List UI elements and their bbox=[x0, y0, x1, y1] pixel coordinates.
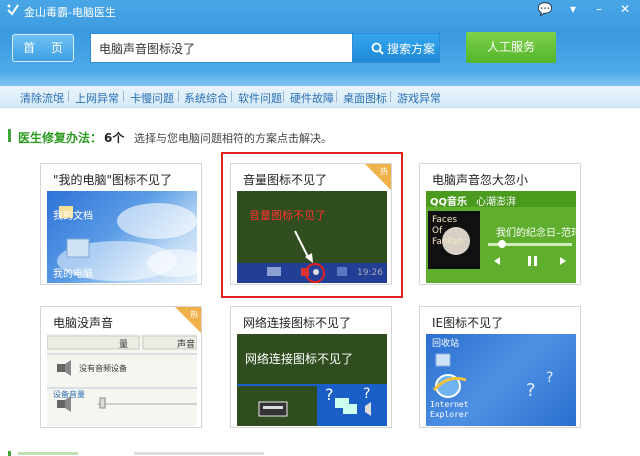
selection-highlight bbox=[221, 152, 403, 298]
nav-item-slow[interactable]: 卡慢问题 bbox=[130, 90, 174, 106]
card-thumbnail: 量 声音 没有音频设备 设备音量 bbox=[47, 334, 197, 426]
my-computer-label: 我的电脑 bbox=[53, 269, 93, 280]
card-title: 网络连接图标不见了 bbox=[243, 316, 352, 330]
solution-card-no-sound[interactable]: 电脑没声音 热 量 声音 没有音频设备 设备音量 bbox=[40, 306, 202, 428]
title-bar: 金山毒霸-电脑医生 💬 ▾ – ✕ bbox=[0, 0, 640, 22]
nav-item-hardware[interactable]: 硬件故障 bbox=[290, 90, 334, 106]
recycle-bin-label: 回收站 bbox=[432, 339, 460, 349]
solution-card-volume-fluctuation[interactable]: 电脑声音忽大忽小 QQ音乐 心潮澎湃 我们的纪念日–范玮 Faces Of Fa… bbox=[419, 163, 581, 285]
search-icon bbox=[371, 42, 384, 55]
music-app-label: QQ音乐 bbox=[430, 197, 468, 208]
card-title: "我的电脑"图标不见了 bbox=[53, 173, 173, 187]
solution-card-network-icon[interactable]: 网络连接图标不见了 ? ? 网络连接图标不见了 bbox=[230, 306, 392, 428]
menu-dropdown-icon[interactable]: ▾ bbox=[562, 0, 584, 18]
nav-item-internet[interactable]: 上网异常 bbox=[75, 90, 119, 106]
app-title: 金山毒霸-电脑医生 bbox=[24, 6, 116, 19]
hot-badge-label: 热 bbox=[190, 310, 198, 319]
song-title: 我们的纪念日–范玮 bbox=[496, 228, 576, 239]
svg-text:?: ? bbox=[526, 380, 536, 401]
nav-divider bbox=[178, 91, 179, 102]
solutions-label: 医生修复办法： bbox=[18, 131, 103, 145]
no-audio-device-label: 没有音频设备 bbox=[79, 364, 127, 373]
solutions-count: 6个 bbox=[104, 131, 125, 145]
tab-column-2: 声音 bbox=[177, 340, 196, 350]
next-section-hint bbox=[0, 449, 640, 456]
card-thumbnail: 我的文档 我的电脑 bbox=[47, 191, 197, 283]
ie-label-line1: Internet bbox=[430, 400, 469, 409]
section-marker bbox=[8, 129, 11, 142]
my-documents-label: 我的文档 bbox=[53, 211, 93, 222]
nav-item-system[interactable]: 系统综合 bbox=[184, 90, 228, 106]
nav-divider bbox=[390, 91, 391, 102]
search-box bbox=[90, 33, 352, 63]
album-text-3: FanFan bbox=[432, 237, 464, 247]
header-bar: 金山毒霸-电脑医生 💬 ▾ – ✕ 首 页 搜索方案 人工服务 bbox=[0, 0, 640, 86]
app-logo-icon bbox=[7, 4, 19, 16]
album-text-1: Faces bbox=[432, 215, 458, 225]
nav-divider bbox=[336, 91, 337, 102]
tab-column-1: 量 bbox=[119, 340, 129, 350]
category-nav: 清除流氓 上网异常 卡慢问题 系统综合 软件问题 硬件故障 桌面图标 游戏异常 bbox=[0, 86, 640, 108]
nav-divider bbox=[68, 91, 69, 102]
nav-item-software[interactable]: 软件问题 bbox=[238, 90, 282, 106]
nav-item-clear-rogue[interactable]: 清除流氓 bbox=[20, 90, 64, 106]
nav-item-games[interactable]: 游戏异常 bbox=[397, 90, 441, 106]
card-thumbnail: QQ音乐 心潮澎湃 我们的纪念日–范玮 Faces Of FanFan bbox=[426, 191, 576, 283]
svg-text:?: ? bbox=[363, 386, 370, 402]
card-thumbnail: ? ? 网络连接图标不见了 bbox=[237, 334, 387, 426]
search-button-label: 搜索方案 bbox=[387, 42, 436, 56]
music-mood-label: 心潮澎湃 bbox=[476, 197, 516, 208]
network-tray-illustration: ? ? bbox=[237, 334, 387, 426]
minimize-button[interactable]: – bbox=[588, 0, 610, 18]
card-thumbnail: ? ? 回收站 Internet Explorer bbox=[426, 334, 576, 426]
card-title: 电脑没声音 bbox=[53, 316, 114, 330]
card-title: 电脑声音忽大忽小 bbox=[432, 173, 529, 187]
search-input[interactable] bbox=[91, 34, 352, 62]
ie-label-line2: Explorer bbox=[430, 410, 469, 419]
feedback-icon[interactable]: 💬 bbox=[534, 0, 556, 18]
human-service-button[interactable]: 人工服务 bbox=[466, 32, 556, 63]
album-text-2: Of bbox=[432, 226, 443, 236]
card-title: IE图标不见了 bbox=[432, 316, 504, 330]
svg-text:?: ? bbox=[546, 370, 553, 386]
nav-divider bbox=[283, 91, 284, 102]
home-button[interactable]: 首 页 bbox=[12, 34, 74, 62]
device-volume-label: 设备音量 bbox=[53, 390, 85, 399]
network-caption: 网络连接图标不见了 bbox=[245, 352, 354, 366]
nav-item-desktop-icons[interactable]: 桌面图标 bbox=[343, 90, 387, 106]
nav-divider bbox=[123, 91, 124, 102]
solutions-description: 选择与您电脑问题相符的方案点击解决。 bbox=[134, 132, 332, 145]
solution-card-ie-icon[interactable]: IE图标不见了 ? ? 回收站 Internet Explorer bbox=[419, 306, 581, 428]
close-button[interactable]: ✕ bbox=[614, 0, 636, 18]
nav-divider bbox=[231, 91, 232, 102]
solution-card-my-computer[interactable]: "我的电脑"图标不见了 我的文档 我的电脑 bbox=[40, 163, 202, 285]
svg-text:?: ? bbox=[325, 385, 334, 404]
search-button[interactable]: 搜索方案 bbox=[352, 33, 440, 63]
